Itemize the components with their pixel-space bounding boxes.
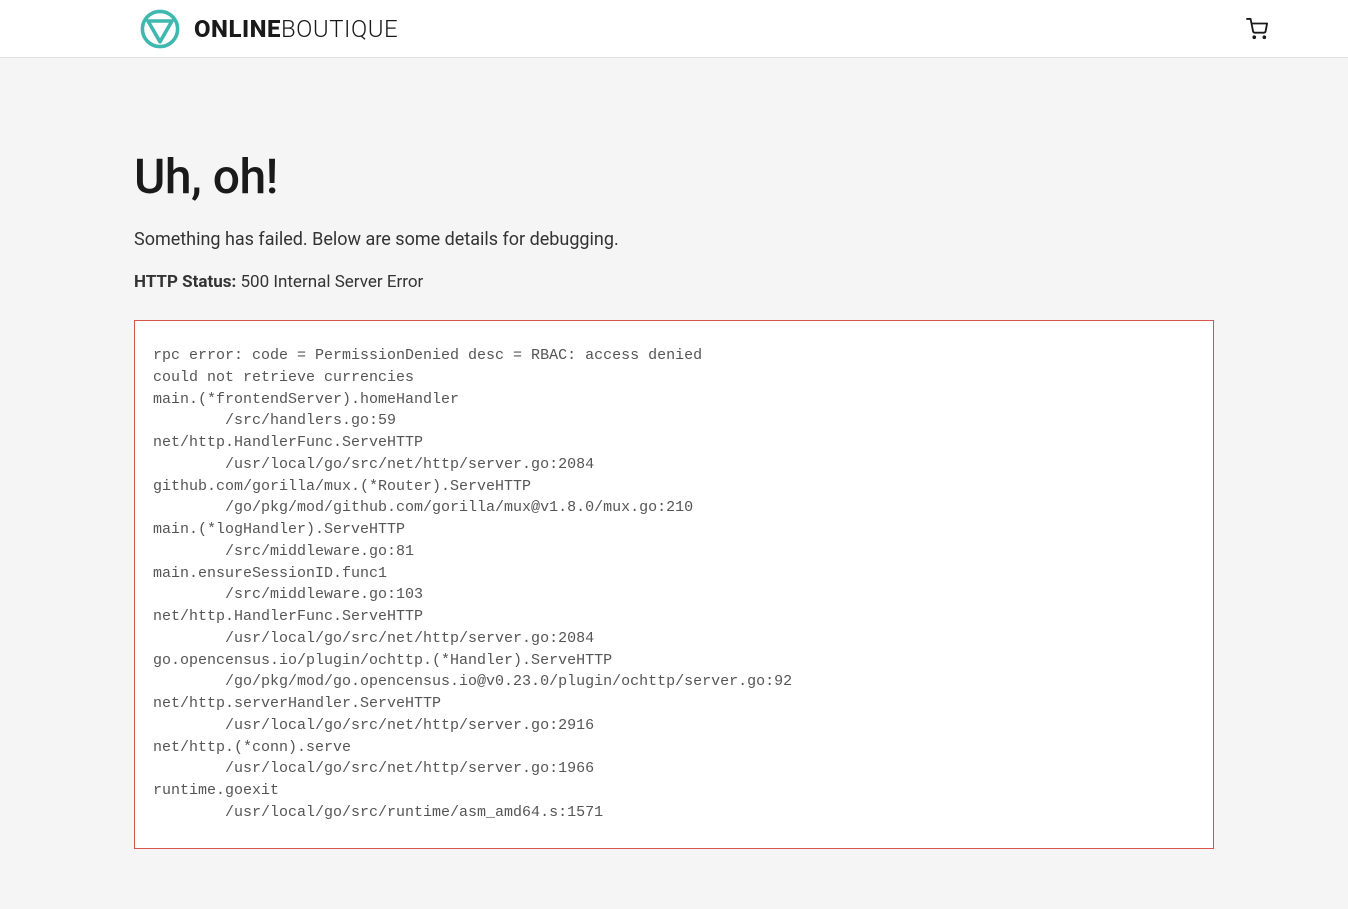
http-status-label: HTTP Status:	[134, 272, 236, 292]
brand-text: ONLINEBOUTIQUE	[194, 15, 398, 43]
error-subtitle: Something has failed. Below are some det…	[134, 229, 1214, 250]
main-content: Uh, oh! Something has failed. Below are …	[134, 58, 1214, 909]
http-status: HTTP Status: 500 Internal Server Error	[134, 272, 1214, 292]
http-status-value: 500 Internal Server Error	[240, 272, 423, 292]
brand-text-bold: ONLINE	[194, 15, 281, 43]
cart-icon[interactable]	[1246, 18, 1268, 40]
brand-link[interactable]: ONLINEBOUTIQUE	[140, 9, 398, 49]
brand-text-light: BOUTIQUE	[281, 15, 398, 43]
header: ONLINEBOUTIQUE	[0, 0, 1348, 58]
error-title: Uh, oh!	[134, 148, 1214, 205]
brand-logo-icon	[140, 9, 180, 49]
error-trace: rpc error: code = PermissionDenied desc …	[134, 320, 1214, 849]
